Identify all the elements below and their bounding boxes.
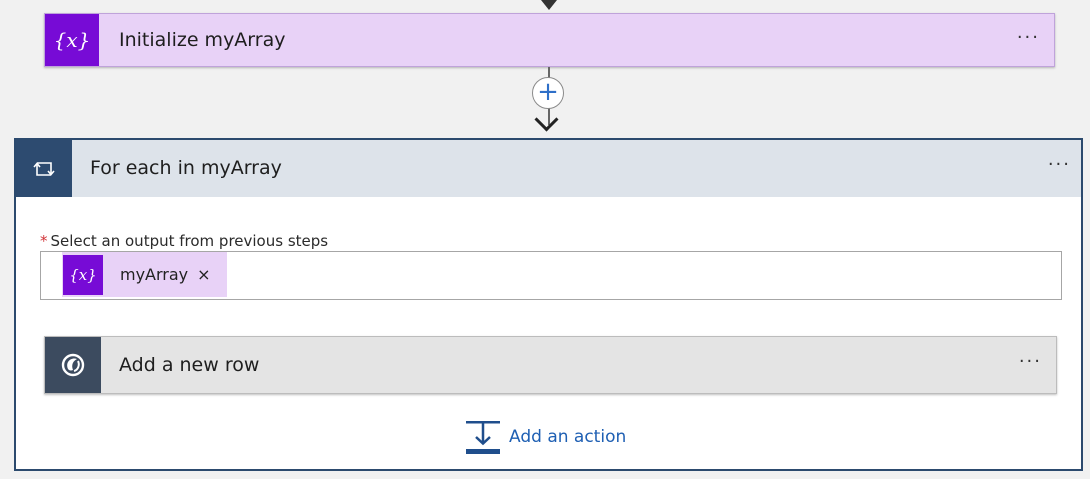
foreach-more-button[interactable]: ··· — [1048, 140, 1071, 197]
plus-icon: + — [537, 77, 559, 107]
initialize-variable-card[interactable]: {x} Initialize myArray ··· — [44, 13, 1055, 67]
variable-icon: {x} — [63, 254, 103, 295]
insert-step-button[interactable]: + — [532, 77, 564, 109]
add-action-icon — [465, 419, 501, 455]
token-label: myArray — [120, 265, 189, 284]
initialize-card-title: Initialize myArray — [119, 29, 286, 51]
add-new-row-more-button[interactable]: ··· — [1019, 337, 1042, 393]
incoming-connector-arrow — [541, 0, 557, 10]
add-new-row-title: Add a new row — [119, 354, 260, 376]
add-new-row-card[interactable]: Add a new row ··· — [44, 336, 1057, 394]
connector-arrow-icon — [534, 107, 559, 132]
add-action-label: Add an action — [509, 427, 627, 447]
foreach-header[interactable]: For each in myArray ··· — [16, 140, 1081, 197]
dynamic-content-token[interactable]: {x} myArray × — [62, 252, 227, 297]
required-mark: * — [40, 232, 48, 250]
select-output-field[interactable]: {x} myArray × — [40, 251, 1062, 300]
select-output-label: * Select an output from previous steps — [40, 232, 328, 250]
select-output-label-text: Select an output from previous steps — [50, 232, 329, 250]
loop-icon — [16, 140, 72, 197]
foreach-title: For each in myArray — [90, 157, 282, 179]
add-action-button[interactable]: Add an action — [465, 418, 626, 456]
variable-icon: {x} — [45, 14, 99, 66]
variable-icon-glyph: {x} — [53, 28, 91, 52]
dataverse-icon — [45, 337, 101, 393]
token-remove-button[interactable]: × — [197, 265, 210, 284]
initialize-card-more-button[interactable]: ··· — [1017, 14, 1040, 66]
token-icon-glyph: {x} — [69, 265, 97, 284]
foreach-container: For each in myArray ··· * Select an outpu… — [14, 138, 1083, 471]
